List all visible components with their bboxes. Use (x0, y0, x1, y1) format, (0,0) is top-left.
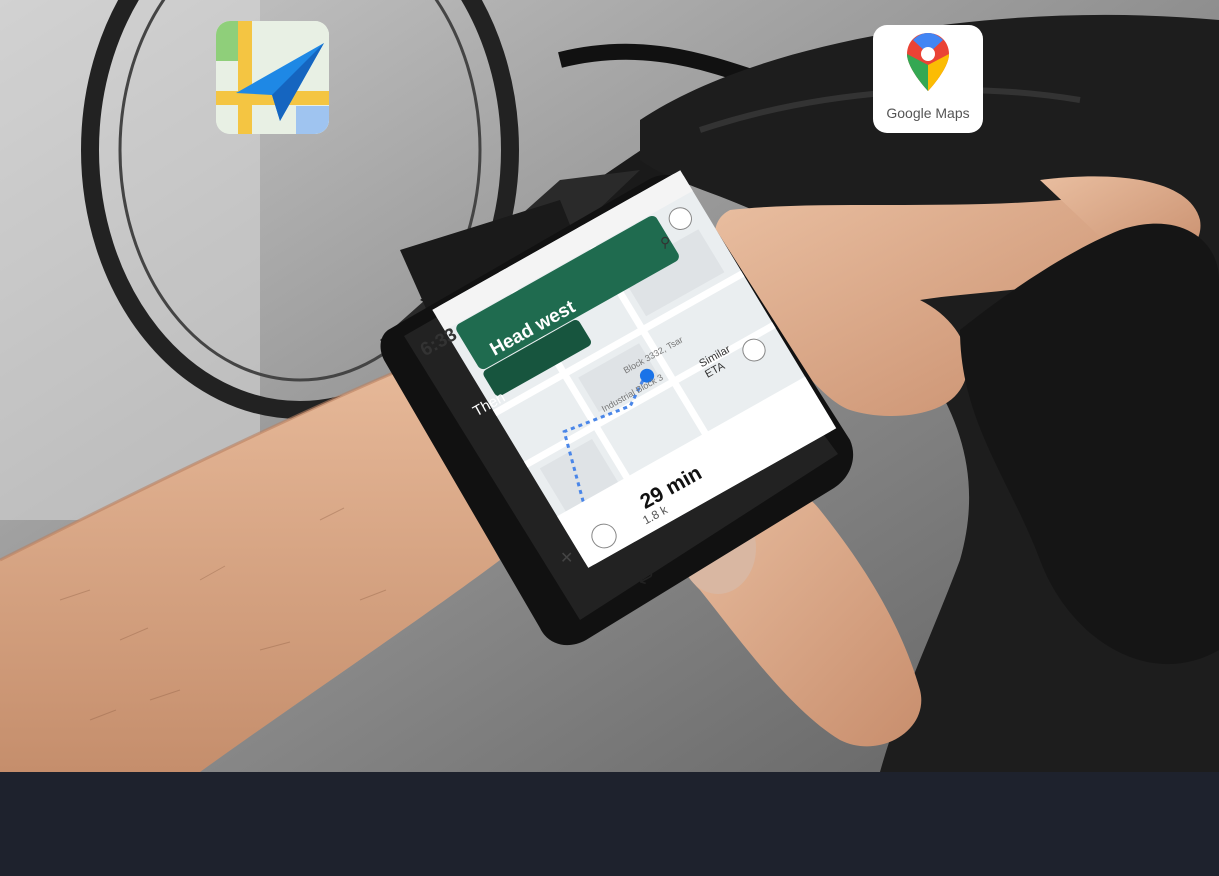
close-icon[interactable]: ✕ (560, 548, 573, 568)
map-pin-icon (907, 33, 949, 91)
paper-plane-map-icon (216, 21, 329, 134)
bottom-band (0, 772, 1219, 876)
watch-screen (432, 170, 837, 568)
google-maps-label: Google Maps (886, 105, 970, 121)
google-maps-logo: Google Maps (873, 25, 983, 133)
search-icon[interactable]: ⚲ (660, 234, 670, 251)
photo-scene: 6:33 Head west Then Block 3332, Tsar Ind… (0, 0, 1219, 772)
